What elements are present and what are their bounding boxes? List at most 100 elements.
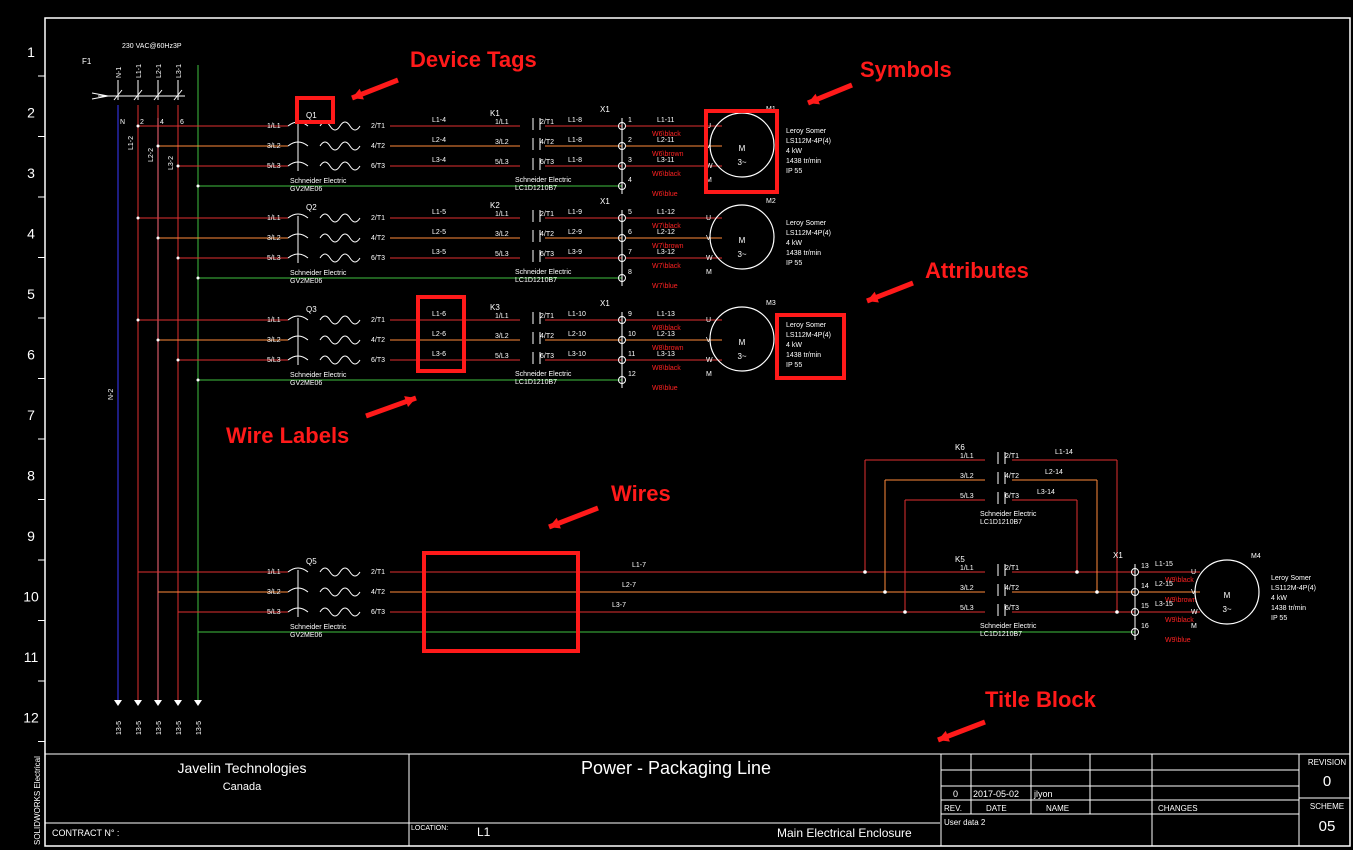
- row-number: 8: [27, 468, 35, 484]
- rev-header: DATE: [986, 804, 1007, 813]
- contactor-term-in: 1/L1: [960, 453, 974, 460]
- terminal-number: 10: [628, 331, 636, 338]
- breaker-term-in: 5/L3: [267, 163, 281, 170]
- contactor-ref: LC1D1210B7: [515, 185, 557, 192]
- breaker-maker: Schneider Electric: [290, 372, 347, 379]
- breaker-term-out: 6/T3: [371, 357, 385, 364]
- contactor-term-out: 2/T1: [1005, 453, 1019, 460]
- contactor-tag: K1: [490, 109, 500, 118]
- contactor-term-out: 4/T2: [540, 333, 554, 340]
- bus-label: N-2: [108, 389, 115, 400]
- junction: [176, 358, 180, 362]
- enclosure-label: Main Electrical Enclosure: [777, 826, 912, 840]
- contactor-term-in: 5/L3: [495, 159, 509, 166]
- row-number: 12: [23, 710, 39, 726]
- contactor-term-out: 6/T3: [540, 251, 554, 258]
- wire-label: L1-5: [432, 209, 446, 216]
- row-number: 2: [27, 105, 35, 121]
- contactor-term-in: 5/L3: [495, 353, 509, 360]
- cable-color-label: W9\black: [1165, 617, 1194, 624]
- thermal-element: [319, 567, 361, 577]
- location-value: L1: [477, 825, 491, 839]
- wire-label: L2-5: [432, 229, 446, 236]
- motor-term: M: [706, 269, 712, 276]
- wire-label: L2-14: [1045, 469, 1063, 476]
- wire-label: L2-6: [432, 331, 446, 338]
- fuse-wire-label: L3-1: [176, 64, 183, 78]
- fuse-term-label: N: [120, 119, 125, 126]
- breaker-term-in: 3/L2: [267, 143, 281, 150]
- contactor-ref: LC1D1210B7: [980, 631, 1022, 638]
- breaker-ref: GV2ME06: [290, 278, 322, 285]
- cable-color-label: W7\blue: [652, 283, 678, 290]
- contactor-term-out: 6/T3: [540, 159, 554, 166]
- contactor-maker: Schneider Electric: [515, 371, 572, 378]
- bus-end-label: 13-5: [196, 721, 203, 735]
- wire-label: L3-13: [657, 351, 675, 358]
- wire-label: L1-10: [568, 311, 586, 318]
- contactor-term-in: 3/L2: [960, 585, 974, 592]
- junction: [196, 276, 200, 280]
- contactor-term-out: 2/T1: [1005, 565, 1019, 572]
- contactor-tag: K2: [490, 201, 500, 210]
- company-country: Canada: [223, 781, 262, 793]
- motor-term: M: [1191, 623, 1197, 630]
- rev-header: NAME: [1046, 804, 1069, 813]
- row-number: 6: [27, 347, 35, 363]
- wire-label: L2-15: [1155, 581, 1173, 588]
- motor-attr-speed: 1438 tr/min: [1271, 605, 1306, 612]
- breaker-tag: Q2: [306, 203, 317, 212]
- contactor-term-in: 1/L1: [960, 565, 974, 572]
- cable-color-label: W9\blue: [1165, 637, 1191, 644]
- breaker-term-out: 2/T1: [371, 215, 385, 222]
- fuse-term-label: 2: [140, 119, 144, 126]
- bus-label: L1-2: [128, 136, 135, 150]
- bus-end-label: 13-5: [156, 721, 163, 735]
- motor-term: W: [706, 255, 713, 262]
- breaker-term-in: 5/L3: [267, 609, 281, 616]
- bus-end-arrow: [154, 700, 162, 706]
- motor-term: U: [1191, 569, 1196, 576]
- motor-term: W: [706, 357, 713, 364]
- junction: [196, 378, 200, 382]
- contactor-term-out: 4/T2: [1005, 585, 1019, 592]
- bus-label: L2-2: [148, 148, 155, 162]
- supply-label: 230 VAC@60Hz3P: [122, 43, 182, 50]
- annotation-symbols: Symbols: [860, 57, 952, 82]
- motor-term: W: [1191, 609, 1198, 616]
- breaker-term-out: 2/T1: [371, 123, 385, 130]
- wire-label: L3-5: [432, 249, 446, 256]
- fuse-wire-label: L1-1: [136, 64, 143, 78]
- wire-label: L2-13: [657, 331, 675, 338]
- side-label: SOLIDWORKS Electrical: [33, 756, 42, 845]
- rev-entry: 2017-05-02: [973, 789, 1019, 799]
- wire-label: L2-12: [657, 229, 675, 236]
- wire-label: L1-11: [657, 117, 674, 124]
- contactor-term-in: 1/L1: [495, 211, 509, 218]
- thermal-element: [319, 141, 361, 151]
- wire-label: L2-7: [622, 582, 636, 589]
- contactor-term-out: 4/T2: [540, 139, 554, 146]
- motor-attr-speed: 1438 tr/min: [786, 250, 821, 257]
- user-data: User data 2: [944, 818, 986, 827]
- cable-color-label: W8\black: [652, 365, 681, 372]
- wire-label: L2-9: [568, 229, 582, 236]
- motor-letter: M: [739, 144, 746, 153]
- contactor-maker: Schneider Electric: [980, 623, 1037, 630]
- junction: [903, 610, 907, 614]
- contactor-term-in: 5/L3: [960, 605, 974, 612]
- thermal-element: [319, 253, 361, 263]
- junction: [863, 570, 867, 574]
- motor-term: U: [706, 317, 711, 324]
- motor-phase: 3~: [737, 158, 746, 167]
- motor-attr-ref: LS112M-4P(4): [786, 230, 831, 237]
- contactor-term-in: 5/L3: [960, 493, 974, 500]
- cable-color-label: W6\blue: [652, 191, 678, 198]
- terminal-number: 4: [628, 177, 632, 184]
- contactor-maker: Schneider Electric: [980, 511, 1037, 518]
- terminal-number: 12: [628, 371, 636, 378]
- wire-label: L2-11: [657, 137, 674, 144]
- contactor-term-out: 6/T3: [1005, 493, 1019, 500]
- breaker-ref: GV2ME06: [290, 380, 322, 387]
- contactor-term-out: 2/T1: [540, 313, 554, 320]
